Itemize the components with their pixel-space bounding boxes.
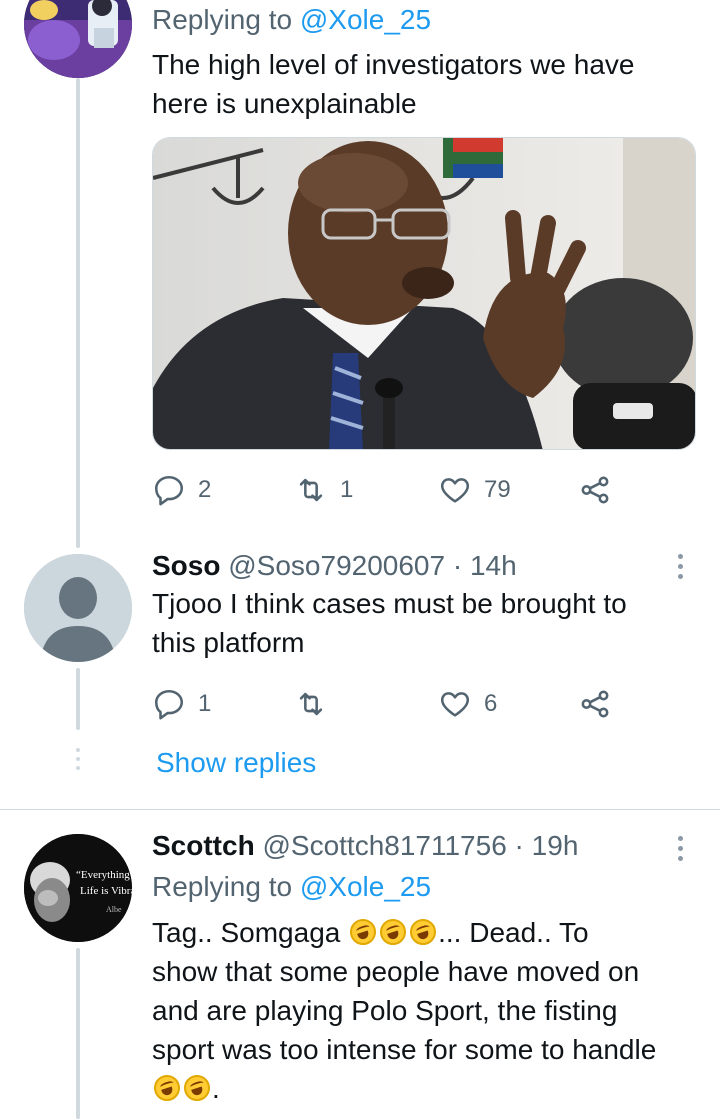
separator: · [445,550,470,581]
more-options-icon[interactable] [668,828,692,868]
rofl-emoji-icon [154,1075,180,1101]
tweet2-header: Soso @Soso79200607 · 14h [152,550,517,582]
tweet-text-line-2: show that some people have moved on [152,956,640,987]
heart-icon [440,478,470,503]
avatar-image: “Everything i Life is Vibra Albe [24,834,132,942]
like-button[interactable]: 79 [438,470,511,510]
replying-prefix: Replying to [152,871,300,902]
avatar-default[interactable] [24,554,132,662]
like-button[interactable]: 6 [438,684,497,724]
text-segment: Tag.. Somgaga [152,917,349,948]
reply-icon [154,689,184,720]
timestamp[interactable]: 19h [532,830,579,861]
text-segment: . [212,1073,220,1104]
share-icon [581,690,609,718]
tweet3-header: Scottch @Scottch81711756 · 19h [152,830,578,862]
like-count: 6 [484,690,498,717]
rofl-emoji-icon [410,919,437,945]
replying-to: Replying to @Xole_25 [152,871,431,903]
timestamp[interactable]: 14h [470,550,517,581]
reply-count: 1 [198,690,212,717]
retweet-button[interactable]: 1 [294,470,353,510]
default-profile-icon [24,554,132,662]
tweet-text-line-1: Tag.. Somgaga ... Dead.. To [152,917,589,949]
tweet-text-line-1: The high level of investigators we have [152,49,635,80]
user-handle[interactable]: @Scottch81711756 [262,830,506,861]
display-name[interactable]: Scottch [152,830,255,861]
tweet-text-line-2: here is unexplainable [152,88,417,119]
thread-line-top [76,78,80,548]
tweet-text-line-1: Tjooo I think cases must be brought to [152,588,627,619]
more-options-icon[interactable] [668,546,692,586]
reply-icon [154,475,184,506]
tweet-text-line-4: sport was too intense for some to handle [152,1034,657,1065]
avatar-quote-line-2: Life is Vibra [80,885,132,897]
share-icon [581,476,609,504]
retweet-count: 1 [340,476,354,503]
tweet-text-line-2: this platform [152,627,305,658]
reply-count: 2 [198,476,212,503]
display-name[interactable]: Soso [152,550,220,581]
tweet2-actions: 1 6 [152,684,622,724]
avatar-image [24,0,132,78]
divider [0,809,720,810]
tweet-text-line-5: . [152,1073,220,1105]
user-handle[interactable]: @Soso79200607 [228,550,445,581]
thread-line-bottom [76,948,80,1119]
photo-image [153,138,695,449]
like-count: 79 [484,476,511,503]
replying-to: Replying to @Xole_25 [152,4,431,36]
avatar[interactable] [24,0,132,78]
heart-icon [440,692,470,717]
thread-line-middle [76,668,80,730]
rofl-emoji-icon [380,919,407,945]
thread-dots [76,748,80,770]
text-segment: ... Dead.. To [438,917,589,948]
avatar-quote-line-1: “Everything i [76,869,132,881]
rofl-emoji-icon [350,919,377,945]
retweet-icon [299,478,323,502]
retweet-button[interactable] [294,684,340,724]
replying-prefix: Replying to [152,4,300,35]
reply-button[interactable]: 2 [152,470,211,510]
avatar-quote-line-3: Albe [106,905,122,914]
replying-handle-link[interactable]: @Xole_25 [300,871,431,902]
separator: · [506,830,532,861]
replying-handle-link[interactable]: @Xole_25 [300,4,431,35]
reply-button[interactable]: 1 [152,684,211,724]
avatar[interactable]: “Everything i Life is Vibra Albe [24,834,132,942]
tweet1-actions: 2 1 79 [152,470,622,510]
tweet-text-line-3: and are playing Polo Sport, the fisting [152,995,618,1026]
tweet-media-photo[interactable] [152,137,696,450]
rofl-emoji-icon [184,1075,210,1101]
share-button[interactable] [578,684,612,724]
show-replies-link[interactable]: Show replies [156,747,316,779]
share-button[interactable] [578,470,612,510]
retweet-icon [299,692,323,716]
